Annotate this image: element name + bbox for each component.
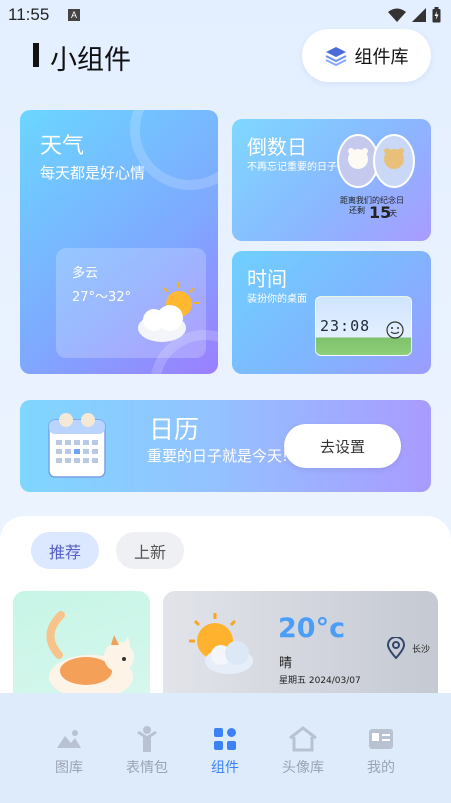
- smiley-icon: [386, 321, 404, 339]
- tab-mine[interactable]: 我的: [346, 693, 416, 783]
- rec-weather-date: 星期五 2024/03/07: [279, 676, 361, 686]
- time-subtitle: 装扮你的桌面: [247, 294, 307, 305]
- clock-preview: 23:08: [315, 296, 412, 356]
- tab-widgets[interactable]: 组件: [190, 693, 260, 783]
- weather-temp-range: 27°～32°: [72, 290, 132, 305]
- weather-condition: 多云: [72, 266, 99, 281]
- tab-stickers-label: 表情包: [126, 760, 168, 776]
- countdown-unit: 天: [389, 209, 397, 218]
- go-settings-button[interactable]: 去设置: [284, 424, 401, 468]
- cat-illustration-icon: [46, 611, 134, 699]
- status-icons: [388, 7, 441, 23]
- status-time: 11:55: [8, 5, 50, 24]
- countdown-subtitle: 不再忘记重要的日子: [247, 162, 337, 173]
- layers-icon: [325, 46, 346, 66]
- countdown-widget-card[interactable]: 倒数日 不再忘记重要的日子 距离我们的纪念日 还剩 15 天: [232, 119, 431, 241]
- tab-gallery-label: 图库: [55, 760, 83, 776]
- tab-avatars-label: 头像库: [282, 760, 324, 776]
- tab-widgets-label: 组件: [211, 760, 239, 776]
- time-widget-card[interactable]: 时间 装扮你的桌面 23:08: [232, 251, 431, 374]
- countdown-title: 倒数日: [247, 135, 307, 159]
- battery-icon: [432, 7, 441, 23]
- bear-couple-icon: [337, 134, 415, 188]
- widgets-icon: [214, 728, 236, 750]
- widget-library-label: 组件库: [354, 46, 409, 68]
- weather-title: 天气: [40, 134, 85, 159]
- calendar-illustration-icon: [48, 413, 106, 478]
- calendar-subtitle: 重要的日子就是今天!: [147, 447, 289, 465]
- weather-subtitle: 每天都是好心情: [40, 164, 146, 182]
- sun-cloud-icon: [138, 282, 200, 342]
- rec-weather-temp: 20°c: [278, 613, 346, 644]
- avatar-home-icon: [289, 726, 317, 752]
- profile-card-icon: [369, 729, 393, 749]
- tab-mine-label: 我的: [367, 760, 395, 776]
- sticker-icon: [137, 726, 157, 752]
- countdown-days: 15: [369, 203, 392, 222]
- rec-weather-city: 长沙: [412, 645, 431, 655]
- page-title: 小组件: [50, 45, 131, 76]
- chip-new[interactable]: 上新: [116, 532, 184, 569]
- tab-gallery[interactable]: 图库: [34, 693, 104, 783]
- gallery-icon: [57, 730, 81, 748]
- notification-icon: A: [68, 9, 80, 21]
- clock-digits: 23:08: [320, 317, 371, 335]
- time-title: 时间: [247, 267, 287, 291]
- location-pin-icon: [387, 637, 405, 659]
- countdown-remain-label: 还剩: [349, 206, 365, 215]
- tab-avatars[interactable]: 头像库: [268, 693, 338, 783]
- signal-icon: [412, 8, 426, 22]
- wifi-icon: [388, 8, 406, 22]
- weather-widget-card[interactable]: 天气 每天都是好心情 多云 27°～32°: [20, 110, 218, 374]
- status-bar: 11:55 A: [0, 0, 451, 32]
- sun-cloud-icon: [189, 613, 253, 674]
- chip-recommend[interactable]: 推荐: [31, 532, 99, 569]
- calendar-title: 日历: [149, 415, 200, 444]
- widget-library-button[interactable]: 组件库: [302, 29, 431, 82]
- bottom-tab-bar: 图库 表情包 组件 头像库 我的: [0, 693, 451, 803]
- weather-preview: 多云 27°～32°: [56, 248, 206, 358]
- calendar-widget-card[interactable]: 日历 重要的日子就是今天! 去设置: [20, 400, 431, 492]
- tab-stickers[interactable]: 表情包: [112, 693, 182, 783]
- rec-weather-condition: 晴: [279, 656, 293, 671]
- title-accent-bar: [33, 43, 39, 67]
